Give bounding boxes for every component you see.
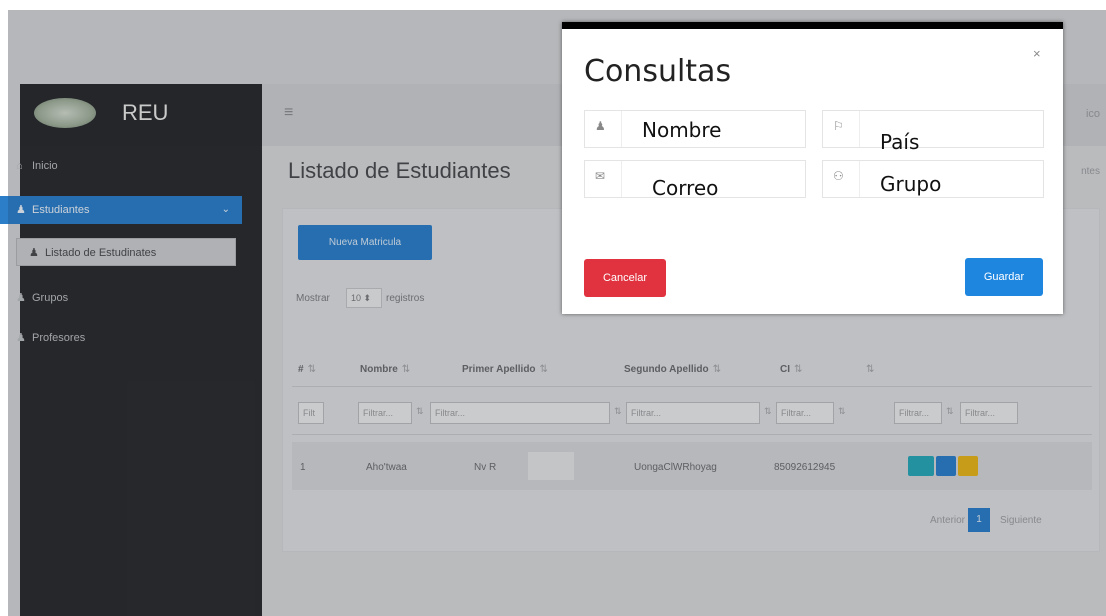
- flag-icon: ⚐: [833, 119, 844, 133]
- group-icon: ⚇: [833, 169, 844, 183]
- grupo-label: Grupo: [880, 172, 942, 196]
- modal-title: Consultas: [584, 54, 732, 89]
- user-icon: ♟: [595, 119, 606, 133]
- correo-label: Correo: [652, 176, 719, 200]
- close-icon[interactable]: ×: [1033, 46, 1041, 61]
- pais-field[interactable]: ⚐: [822, 110, 1044, 148]
- nombre-label: Nombre: [642, 118, 722, 142]
- cancel-button[interactable]: Cancelar: [584, 259, 666, 297]
- pais-label: País: [880, 130, 920, 154]
- envelope-icon: ✉: [595, 169, 606, 183]
- save-button[interactable]: Guardar: [965, 258, 1043, 296]
